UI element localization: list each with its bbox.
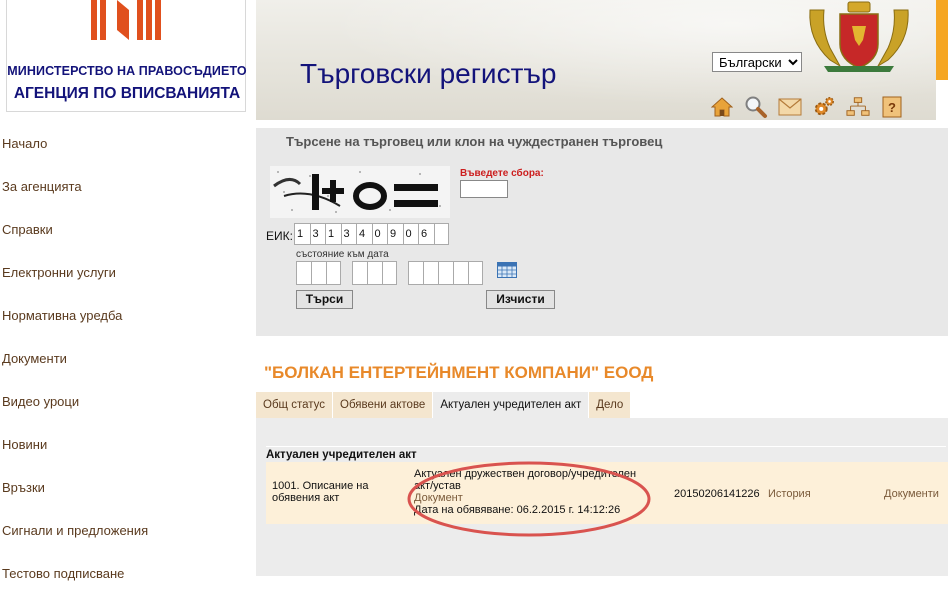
tab-case[interactable]: Дело: [589, 392, 631, 418]
eik-digit[interactable]: 4: [356, 223, 372, 245]
mail-icon[interactable]: [778, 95, 802, 119]
eik-digit[interactable]: [433, 223, 449, 245]
coat-of-arms-icon: [809, 1, 909, 72]
tab-announced-acts[interactable]: Обявени актове: [333, 392, 433, 418]
date-box[interactable]: [382, 261, 397, 285]
sitemap-icon[interactable]: [846, 95, 870, 119]
state-date-label: състояние към дата: [296, 249, 389, 260]
help-glyph: ?: [888, 100, 896, 115]
search-icon[interactable]: [744, 95, 768, 119]
date-box[interactable]: [326, 261, 341, 285]
company-name: "БОЛКАН ЕНТЕРТЕЙНМЕНТ КОМПАНИ" ЕООД: [264, 363, 654, 382]
date-month-input[interactable]: [352, 261, 397, 285]
sidebar-item-news[interactable]: Новини: [0, 423, 250, 466]
search-panel: Търсене на търговец или клон на чуждестр…: [256, 128, 948, 336]
company-tabs: Общ статус Обявени актове Актуален учред…: [256, 392, 631, 418]
eik-digit[interactable]: 6: [418, 223, 434, 245]
eik-input: 1 3 1 3 4 0 9 0 6: [294, 223, 449, 245]
announcement-date: Дата на обявяване: 06.2.2015 г. 14:12:26: [414, 504, 621, 516]
eik-digit[interactable]: 3: [340, 223, 356, 245]
tab-general-status[interactable]: Общ статус: [256, 392, 332, 418]
documents-link[interactable]: Документи: [884, 488, 939, 500]
calendar-icon[interactable]: [497, 262, 517, 278]
sidebar-item-test-signing[interactable]: Тестово подписване: [0, 552, 250, 595]
date-box[interactable]: [367, 261, 382, 285]
site-title: Търговски регистър: [300, 58, 557, 89]
date-box[interactable]: [468, 261, 483, 285]
help-icon[interactable]: ?: [880, 95, 904, 119]
sidebar-item-documents[interactable]: Документи: [0, 337, 250, 380]
date-box[interactable]: [296, 261, 311, 285]
eik-digit[interactable]: 1: [325, 223, 341, 245]
captcha-label: Въведете сбора:: [460, 168, 544, 179]
sidebar-item-about[interactable]: За агенцията: [0, 165, 250, 208]
language-select[interactable]: Български: [712, 52, 802, 72]
search-button[interactable]: Търси: [296, 290, 353, 309]
settings-icon[interactable]: [812, 95, 836, 119]
entry-description-label: 1001. Описание на обявения акт: [272, 480, 369, 504]
sidebar-item-regulations[interactable]: Нормативна уредба: [0, 294, 250, 337]
search-panel-title: Търсене на търговец или клон на чуждестр…: [286, 134, 663, 149]
section-title: Актуален учредителен акт: [266, 449, 417, 461]
date-day-input[interactable]: [296, 261, 341, 285]
eik-digit[interactable]: 9: [387, 223, 403, 245]
date-box[interactable]: [352, 261, 367, 285]
table-row: 1001. Описание на обявения акт Актуален …: [266, 462, 948, 524]
date-box[interactable]: [438, 261, 453, 285]
header: МИНИСТЕРСТВО НА ПРАВОСЪДИЕТО АГЕНЦИЯ ПО …: [0, 0, 948, 120]
eik-digit[interactable]: 0: [371, 223, 387, 245]
sidebar-item-e-services[interactable]: Електронни услуги: [0, 251, 250, 294]
date-box[interactable]: [453, 261, 468, 285]
date-box[interactable]: [311, 261, 326, 285]
tab-current-founding-act[interactable]: Актуален учредителен акт: [433, 392, 589, 418]
entry-description: Актуален дружествен договор/учредителен …: [414, 468, 654, 516]
eik-label: ЕИК:: [266, 229, 293, 243]
sidebar-item-home[interactable]: Начало: [0, 122, 250, 165]
registration-number: 20150206141226: [674, 488, 760, 500]
captcha-input[interactable]: [460, 180, 508, 198]
sidebar-item-video-lessons[interactable]: Видео уроци: [0, 380, 250, 423]
sidebar-item-reports[interactable]: Справки: [0, 208, 250, 251]
date-box[interactable]: [423, 261, 438, 285]
founding-act-panel: Актуален учредителен акт 1001. Описание …: [256, 418, 948, 576]
history-link[interactable]: История: [768, 488, 811, 500]
captcha-image: [270, 166, 450, 218]
sidebar-item-links[interactable]: Връзки: [0, 466, 250, 509]
ministry-emblem-icon: [91, 0, 161, 40]
sidebar-nav: Начало За агенцията Справки Електронни у…: [0, 122, 250, 595]
home-icon[interactable]: [710, 95, 734, 119]
agency-name: АГЕНЦИЯ ПО ВПИСВАНИЯТА: [13, 85, 241, 102]
clear-button[interactable]: Изчисти: [486, 290, 555, 309]
sidebar-item-feedback[interactable]: Сигнали и предложения: [0, 509, 250, 552]
eik-digit[interactable]: 0: [402, 223, 418, 245]
header-accent-stripe: [936, 0, 948, 80]
ministry-logo-box: МИНИСТЕРСТВО НА ПРАВОСЪДИЕТО АГЕНЦИЯ ПО …: [6, 0, 247, 112]
document-link[interactable]: Документ: [414, 492, 654, 504]
divider: [266, 446, 946, 447]
date-year-input[interactable]: [408, 261, 483, 285]
eik-digit[interactable]: 1: [294, 223, 310, 245]
ministry-name: МИНИСТЕРСТВО НА ПРАВОСЪДИЕТО: [7, 64, 247, 78]
header-toolbar: ?: [710, 94, 904, 120]
date-box[interactable]: [408, 261, 423, 285]
entry-act-title: Актуален дружествен договор/учредителен …: [414, 468, 637, 492]
eik-digit[interactable]: 3: [309, 223, 325, 245]
